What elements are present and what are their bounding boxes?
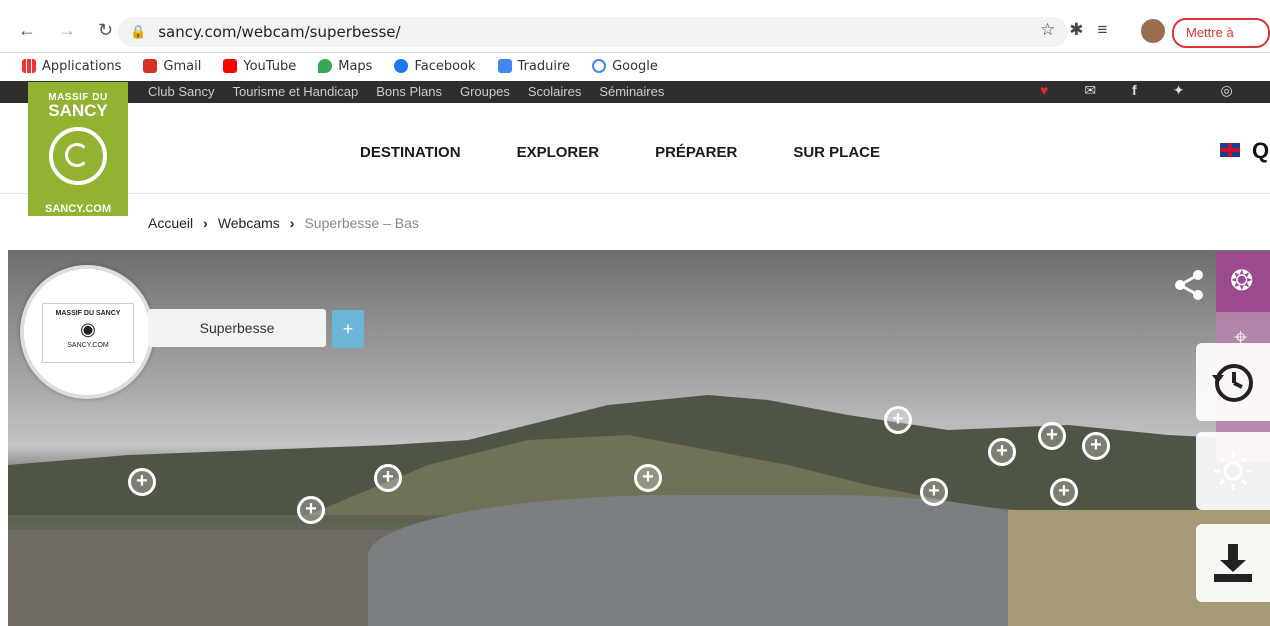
- camera-select[interactable]: Superbesse: [148, 309, 326, 347]
- facebook-social-icon[interactable]: f: [1132, 82, 1137, 99]
- browser-actions: ☆ ✱ ≡: [1040, 20, 1107, 40]
- brightness-button[interactable]: [1196, 432, 1270, 510]
- youtube-icon: [223, 59, 238, 73]
- topbar-links: Club Sancy Tourisme et Handicap Bons Pla…: [148, 84, 664, 99]
- url-text: sancy.com/webcam/superbesse/: [158, 23, 401, 41]
- hotspot-plus-icon[interactable]: +: [1050, 478, 1078, 506]
- breadcrumb-current: Superbesse – Bas: [304, 215, 419, 231]
- bookmark-traduire[interactable]: Traduire: [497, 59, 570, 74]
- address-bar[interactable]: 🔒 sancy.com/webcam/superbesse/: [118, 17, 1068, 47]
- hotspot-plus-icon[interactable]: +: [634, 464, 662, 492]
- gmail-icon: [143, 59, 158, 73]
- hotspot-plus-icon[interactable]: +: [920, 478, 948, 506]
- hotspot-plus-icon[interactable]: +: [988, 438, 1016, 466]
- brightness-icon: [1214, 452, 1252, 490]
- bookmark-maps[interactable]: Maps: [318, 59, 372, 74]
- sancy-swirl-panel[interactable]: ❂: [1216, 252, 1270, 312]
- update-button[interactable]: Mettre à jour: [1172, 18, 1270, 66]
- topbar-link-bons-plans[interactable]: Bons Plans: [376, 84, 442, 99]
- twitter-icon[interactable]: ✦: [1173, 82, 1185, 99]
- topbar-link-groupes[interactable]: Groupes: [460, 84, 510, 99]
- history-icon: [1212, 364, 1253, 402]
- logo-line3: SANCY.COM: [44, 203, 111, 215]
- download-button[interactable]: [1196, 524, 1270, 602]
- hotspot-plus-icon[interactable]: +: [128, 468, 156, 496]
- topbar-link-tourisme-handicap[interactable]: Tourisme et Handicap: [232, 84, 358, 99]
- nav-sur-place[interactable]: SUR PLACE: [793, 144, 880, 161]
- nav-explorer[interactable]: EXPLORER: [517, 144, 600, 161]
- hotspot-plus-icon[interactable]: +: [884, 406, 912, 434]
- bookmark-facebook[interactable]: Facebook: [394, 59, 476, 74]
- site-logo[interactable]: MASSIF DU SANCY SANCY.COM: [28, 82, 128, 216]
- reading-list-icon[interactable]: ≡: [1098, 20, 1108, 40]
- mail-icon[interactable]: ✉: [1084, 82, 1096, 99]
- foreground-field: [8, 530, 428, 626]
- add-camera-button[interactable]: +: [332, 310, 364, 348]
- star-icon[interactable]: ☆: [1040, 20, 1055, 40]
- topbar-link-scolaires[interactable]: Scolaires: [528, 84, 581, 99]
- webcam-logo: MASSIF DU SANCY ◉ SANCY.COM: [20, 265, 154, 399]
- logo-line2: SANCY: [48, 101, 108, 120]
- extensions-icon[interactable]: ✱: [1069, 20, 1083, 40]
- translate-icon: [497, 59, 512, 73]
- google-icon: [592, 59, 607, 73]
- main-nav: DESTINATION EXPLORER PRÉPARER SUR PLACE: [360, 144, 880, 161]
- heart-icon[interactable]: ♥: [1040, 82, 1048, 99]
- search-icon[interactable]: Q: [1252, 138, 1269, 164]
- webcam-logo-box: MASSIF DU SANCY ◉ SANCY.COM: [42, 303, 134, 363]
- share-icon-svg: [1175, 270, 1203, 300]
- apps-grid-icon: [22, 59, 36, 73]
- instagram-icon[interactable]: ◎: [1220, 82, 1232, 99]
- nav-buttons: ← → ↻: [18, 20, 113, 41]
- hotspot-plus-icon[interactable]: +: [1038, 422, 1066, 450]
- lock-icon: 🔒: [130, 24, 147, 39]
- topbar-link-club-sancy[interactable]: Club Sancy: [148, 84, 214, 99]
- hotspot-plus-icon[interactable]: +: [297, 496, 325, 524]
- breadcrumb-home[interactable]: Accueil: [148, 215, 193, 231]
- hotspot-plus-icon[interactable]: +: [374, 464, 402, 492]
- facebook-icon: [394, 59, 409, 73]
- uk-flag-icon[interactable]: [1220, 143, 1240, 157]
- avatar[interactable]: [1141, 19, 1165, 43]
- swirl-icon: ◉: [80, 319, 96, 339]
- swirl-icon: ❂: [1230, 265, 1254, 296]
- topbar-socials: ♥ ✉ f ✦ ◎: [1040, 82, 1233, 99]
- bookmark-applications[interactable]: Applications: [22, 59, 121, 74]
- webcam-panorama[interactable]: + + + + + + + + + +: [8, 250, 1270, 626]
- topbar-link-seminaires[interactable]: Séminaires: [599, 84, 664, 99]
- chevron-right-icon: ›: [203, 215, 208, 231]
- bookmarks-bar: Applications Gmail YouTube Maps Facebook…: [0, 53, 1270, 79]
- nav-preparer[interactable]: PRÉPARER: [655, 144, 737, 161]
- maps-icon: [318, 59, 333, 73]
- browser-toolbar: ← → ↻ 🔒 sancy.com/webcam/superbesse/ ☆ ✱…: [0, 0, 1270, 66]
- back-icon[interactable]: ←: [18, 20, 36, 41]
- breadcrumb-webcams[interactable]: Webcams: [218, 215, 280, 231]
- history-button[interactable]: [1196, 343, 1270, 421]
- site-topbar: Club Sancy Tourisme et Handicap Bons Pla…: [0, 81, 1270, 103]
- header-divider: [0, 193, 1270, 194]
- nav-destination[interactable]: DESTINATION: [360, 144, 461, 161]
- hotspot-plus-icon[interactable]: +: [1082, 432, 1110, 460]
- lake: [368, 495, 1068, 626]
- reload-icon[interactable]: ↻: [98, 20, 113, 41]
- download-icon: [1214, 544, 1252, 582]
- swirl-icon: [49, 127, 107, 185]
- share-icon[interactable]: [1172, 268, 1206, 309]
- forward-icon[interactable]: →: [58, 20, 76, 41]
- chevron-right-icon: ›: [289, 215, 295, 231]
- breadcrumb: Accueil › Webcams › Superbesse – Bas: [148, 215, 419, 231]
- bookmark-gmail[interactable]: Gmail: [143, 59, 201, 74]
- bookmark-google[interactable]: Google: [592, 59, 658, 74]
- bookmark-youtube[interactable]: YouTube: [223, 59, 296, 74]
